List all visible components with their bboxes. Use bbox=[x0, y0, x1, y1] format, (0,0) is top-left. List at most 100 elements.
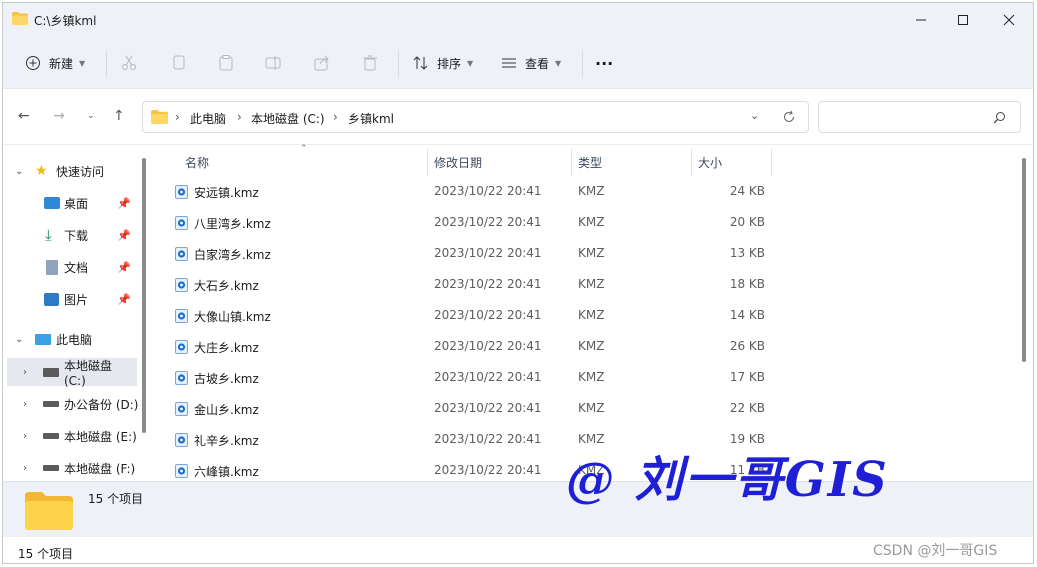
file-row[interactable]: 金山乡.kmz 2023/10/22 20:41 KMZ 22 KB bbox=[153, 393, 1023, 424]
kmz-file-icon bbox=[175, 402, 188, 416]
sidebar-item-pictures[interactable]: 图片 📌 bbox=[3, 286, 143, 312]
toolbar-divider bbox=[106, 51, 107, 77]
plus-circle-icon bbox=[26, 56, 40, 70]
kmz-file-icon bbox=[175, 371, 188, 385]
kmz-file-icon bbox=[175, 278, 188, 292]
sidebar-item-drive-f[interactable]: › 本地磁盘 (F:) bbox=[3, 455, 143, 481]
sidebar-label: 本地磁盘 (C:) bbox=[64, 358, 113, 388]
file-type: KMZ bbox=[578, 370, 605, 384]
sidebar-item-drive-d[interactable]: › 办公备份 (D:) bbox=[3, 391, 143, 417]
refresh-icon[interactable] bbox=[782, 110, 796, 124]
search-input[interactable] bbox=[818, 101, 1021, 133]
file-date: 2023/10/22 20:41 bbox=[434, 463, 542, 477]
file-size: 22 KB bbox=[729, 401, 765, 415]
drive-icon bbox=[43, 433, 59, 439]
sidebar-scrollbar[interactable] bbox=[142, 158, 146, 433]
column-type[interactable]: 类型 bbox=[578, 154, 602, 171]
file-type: KMZ bbox=[578, 308, 605, 322]
drive-icon bbox=[43, 465, 59, 471]
sidebar-item-documents[interactable]: 文档 📌 bbox=[3, 254, 143, 280]
delete-button[interactable] bbox=[362, 49, 378, 77]
view-button[interactable]: 查看 ▼ bbox=[501, 49, 561, 77]
file-date: 2023/10/22 20:41 bbox=[434, 215, 542, 229]
file-size: 18 KB bbox=[729, 277, 765, 291]
chevron-down-icon: ⌄ bbox=[15, 165, 24, 177]
file-date: 2023/10/22 20:41 bbox=[434, 184, 542, 198]
file-type: KMZ bbox=[578, 215, 605, 229]
breadcrumb-folder[interactable]: 乡镇kml bbox=[348, 110, 394, 127]
column-size[interactable]: 大小 bbox=[698, 154, 722, 171]
address-history-button[interactable]: ⌄ bbox=[750, 109, 759, 122]
file-name: 古坡乡.kmz bbox=[194, 372, 259, 386]
chevron-right-icon: › bbox=[333, 110, 338, 124]
address-bar[interactable]: › 此电脑 › 本地磁盘 (C:) › 乡镇kml ⌄ bbox=[142, 101, 809, 133]
navigation-bar: ← → ⌄ ↑ › 此电脑 › 本地磁盘 (C:) › 乡镇kml ⌄ bbox=[3, 89, 1033, 145]
sidebar-label: 下载 bbox=[64, 228, 89, 243]
kmz-file-icon bbox=[175, 185, 188, 199]
command-bar: 新建 ▼ 排序 ▼ 查看 ▼ ··· bbox=[3, 37, 1033, 89]
sidebar-label: 图片 bbox=[64, 292, 89, 307]
column-date[interactable]: 修改日期 bbox=[434, 154, 482, 171]
sidebar-item-desktop[interactable]: 桌面 📌 bbox=[3, 190, 143, 216]
file-name: 安远镇.kmz bbox=[194, 186, 259, 200]
back-button[interactable]: ← bbox=[18, 108, 30, 124]
file-name: 礼辛乡.kmz bbox=[194, 434, 259, 448]
cut-button[interactable] bbox=[121, 49, 137, 77]
file-row[interactable]: 安远镇.kmz 2023/10/22 20:41 KMZ 24 KB bbox=[153, 176, 1023, 207]
file-row[interactable]: 八里湾乡.kmz 2023/10/22 20:41 KMZ 20 KB bbox=[153, 207, 1023, 238]
sort-button[interactable]: 排序 ▼ bbox=[413, 49, 473, 77]
status-item-count: 15 个项目 bbox=[18, 547, 74, 561]
column-divider[interactable] bbox=[427, 148, 428, 176]
more-options-button[interactable]: ··· bbox=[595, 49, 613, 77]
rename-button[interactable] bbox=[265, 49, 281, 77]
file-list-scrollbar[interactable] bbox=[1022, 158, 1026, 362]
minimize-button[interactable] bbox=[898, 3, 944, 37]
column-divider[interactable] bbox=[771, 148, 772, 176]
maximize-button[interactable] bbox=[940, 3, 986, 37]
sidebar-item-quick-access[interactable]: ⌄ ★ 快速访问 bbox=[3, 158, 143, 184]
file-row[interactable]: 大像山镇.kmz 2023/10/22 20:41 KMZ 14 KB bbox=[153, 300, 1023, 331]
recent-locations-button[interactable]: ⌄ bbox=[87, 111, 95, 121]
minimize-icon bbox=[916, 19, 926, 21]
sidebar-label: 本地磁盘 (E:) bbox=[64, 429, 137, 444]
sidebar-item-this-pc[interactable]: ⌄ 此电脑 bbox=[3, 326, 143, 352]
breadcrumb-this-pc[interactable]: 此电脑 bbox=[190, 110, 226, 127]
file-row[interactable]: 古坡乡.kmz 2023/10/22 20:41 KMZ 17 KB bbox=[153, 362, 1023, 393]
file-name: 大石乡.kmz bbox=[194, 279, 259, 293]
file-name: 金山乡.kmz bbox=[194, 403, 259, 417]
computer-icon bbox=[35, 333, 51, 345]
file-row[interactable]: 大庄乡.kmz 2023/10/22 20:41 KMZ 26 KB bbox=[153, 331, 1023, 362]
kmz-file-icon bbox=[175, 340, 188, 354]
file-date: 2023/10/22 20:41 bbox=[434, 246, 542, 260]
file-row[interactable]: 大石乡.kmz 2023/10/22 20:41 KMZ 18 KB bbox=[153, 269, 1023, 300]
forward-button[interactable]: → bbox=[53, 108, 65, 124]
column-header: ⌃ 名称 修改日期 类型 大小 bbox=[153, 144, 1023, 176]
rename-icon bbox=[265, 56, 281, 70]
paste-button[interactable] bbox=[218, 49, 234, 77]
clipboard-icon bbox=[219, 55, 233, 71]
up-button[interactable]: ↑ bbox=[113, 108, 125, 124]
kmz-file-icon bbox=[175, 309, 188, 323]
pin-icon: 📌 bbox=[117, 293, 131, 306]
file-date: 2023/10/22 20:41 bbox=[434, 401, 542, 415]
file-row[interactable]: 白家湾乡.kmz 2023/10/22 20:41 KMZ 13 KB bbox=[153, 238, 1023, 269]
search-icon bbox=[993, 112, 1005, 124]
picture-icon bbox=[44, 292, 59, 306]
sidebar-label: 快速访问 bbox=[56, 164, 105, 179]
sidebar-item-drive-e[interactable]: › 本地磁盘 (E:) bbox=[3, 423, 143, 449]
sidebar-item-downloads[interactable]: ⤓ 下载 📌 bbox=[3, 222, 143, 248]
column-divider[interactable] bbox=[571, 148, 572, 176]
breadcrumb-drive-c[interactable]: 本地磁盘 (C:) bbox=[251, 110, 325, 127]
copy-button[interactable] bbox=[171, 49, 187, 77]
kmz-file-icon bbox=[175, 464, 188, 478]
column-divider[interactable] bbox=[691, 148, 692, 176]
file-type: KMZ bbox=[578, 339, 605, 353]
file-size: 24 KB bbox=[729, 184, 765, 198]
new-label: 新建 bbox=[49, 56, 74, 71]
sidebar-item-drive-c[interactable]: › 本地磁盘 (C:) bbox=[7, 358, 137, 388]
close-button[interactable] bbox=[986, 3, 1032, 37]
column-name[interactable]: 名称 bbox=[185, 154, 209, 171]
file-date: 2023/10/22 20:41 bbox=[434, 308, 542, 322]
new-button[interactable]: 新建 ▼ bbox=[25, 49, 85, 77]
share-button[interactable] bbox=[314, 49, 330, 77]
